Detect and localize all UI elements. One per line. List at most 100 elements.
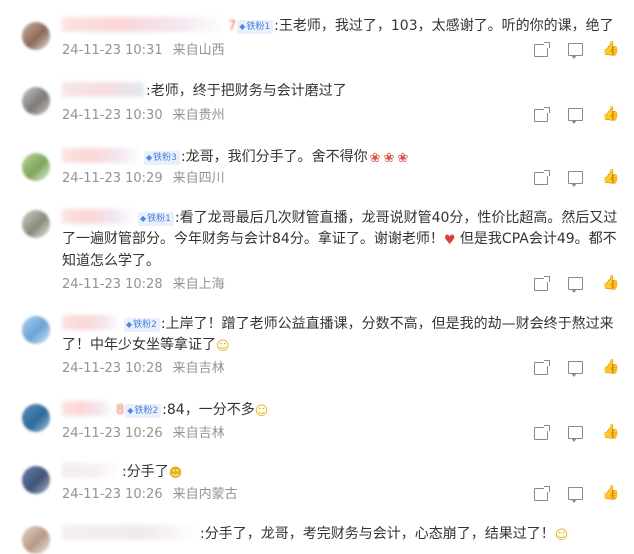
- timestamp: 24-11-23 10:30: [62, 108, 163, 123]
- like-icon[interactable]: 👍: [602, 169, 619, 185]
- username[interactable]: [62, 82, 144, 97]
- comment-text: :老师，终于把财务与会计磨过了: [62, 81, 620, 102]
- username-tail: 8: [116, 403, 125, 418]
- diamond-icon: ◆: [127, 406, 134, 415]
- username[interactable]: [62, 17, 226, 32]
- share-icon[interactable]: [534, 425, 550, 440]
- share-icon[interactable]: [534, 360, 550, 375]
- avatar[interactable]: [22, 153, 50, 181]
- fan-badge[interactable]: ◆铁粉2: [125, 404, 162, 418]
- diamond-icon: ◆: [140, 214, 147, 223]
- comment-meta: 24-11-23 10:26 来自吉林: [62, 426, 225, 442]
- comment-text: ◆铁粉1:看了龙哥最后几次财管直播，龙哥说财管40分，性价比超高。然后又过了一遍…: [62, 208, 620, 272]
- username[interactable]: [62, 209, 136, 224]
- crying-emoji-icon: ❀: [369, 151, 381, 166]
- avatar[interactable]: [22, 316, 50, 344]
- comment-meta: 24-11-23 10:30 来自贵州: [62, 108, 225, 124]
- share-icon[interactable]: [534, 42, 550, 57]
- comment-text: :分手了，龙哥，考完财务与会计，心态崩了，结果过了！☺: [62, 524, 620, 546]
- diamond-icon: ◆: [146, 153, 153, 162]
- crying-emoji-icon: ❀: [397, 151, 409, 166]
- fan-badge[interactable]: ◆铁粉3: [144, 151, 180, 165]
- comment-actions: 👍: [534, 169, 620, 187]
- comment-actions: 👍: [534, 485, 620, 503]
- like-icon[interactable]: 👍: [602, 41, 619, 57]
- location: 来自吉林: [172, 426, 225, 441]
- comment-item: :老师，终于把财务与会计磨过了 24-11-23 10:30 来自贵州 👍: [0, 81, 634, 129]
- fan-badge[interactable]: ◆铁粉1: [237, 20, 274, 34]
- timestamp: 24-11-23 10:26: [62, 487, 163, 502]
- comment-icon[interactable]: [568, 171, 583, 187]
- share-icon[interactable]: [534, 486, 550, 501]
- laughing-emoji-icon: ☺: [216, 339, 230, 354]
- comment-item: ◆铁粉1:看了龙哥最后几次财管直播，龙哥说财管40分，性价比超高。然后又过了一遍…: [0, 208, 634, 294]
- comment-actions: 👍: [534, 359, 620, 377]
- comment-body: :分手了: [122, 464, 169, 480]
- location: 来自贵州: [172, 108, 225, 123]
- comment-meta: 24-11-23 10:28 来自上海: [62, 277, 225, 293]
- diamond-icon: ◆: [126, 320, 133, 329]
- like-icon[interactable]: 👍: [602, 424, 619, 440]
- comment-text: 8 ◆铁粉2:84，一分不多☺: [62, 400, 620, 422]
- location: 来自吉林: [172, 361, 225, 376]
- like-icon[interactable]: 👍: [602, 106, 619, 122]
- laughing-emoji-icon: ☺: [554, 528, 569, 543]
- comment-item: :分手了☻ 24-11-23 10:26 来自内蒙古 👍: [0, 462, 634, 508]
- avatar[interactable]: [22, 404, 50, 432]
- comment-icon[interactable]: [568, 43, 583, 59]
- comment-item: :分手了，龙哥，考完财务与会计，心态崩了，结果过了！☺: [0, 524, 634, 554]
- person-emoji-icon: ☻: [168, 466, 183, 481]
- username[interactable]: [62, 315, 122, 330]
- comment-icon[interactable]: [568, 487, 583, 503]
- comment-meta: 24-11-23 10:31 来自山西: [62, 43, 225, 59]
- timestamp: 24-11-23 10:31: [62, 43, 163, 58]
- avatar[interactable]: [22, 87, 50, 115]
- comment-item: ◆铁粉2:上岸了！蹭了老师公益直播课，分数不高，但是我的劫—财会终于熬过来了！中…: [0, 314, 634, 378]
- comment-body: :84，一分不多: [162, 402, 255, 418]
- timestamp: 24-11-23 10:28: [62, 361, 163, 376]
- comment-icon[interactable]: [568, 426, 583, 442]
- location: 来自内蒙古: [172, 487, 238, 502]
- comment-item: 7 ◆铁粉1:王老师，我过了，103，太感谢了。听的你的课，绝了 24-11-23…: [0, 16, 634, 64]
- timestamp: 24-11-23 10:29: [62, 171, 163, 186]
- comment-meta: 24-11-23 10:29 来自四川: [62, 171, 225, 187]
- comment-icon[interactable]: [568, 277, 583, 293]
- comment-text: 7 ◆铁粉1:王老师，我过了，103，太感谢了。听的你的课，绝了: [62, 16, 620, 37]
- comment-text: ◆铁粉2:上岸了！蹭了老师公益直播课，分数不高，但是我的劫—财会终于熬过来了！中…: [62, 314, 620, 357]
- comment-item: ◆铁粉3:龙哥，我们分手了。舍不得你 ❀ ❀ ❀ 24-11-23 10:29 来自四川…: [0, 147, 634, 195]
- location: 来自四川: [172, 171, 225, 186]
- comment-body: :分手了，龙哥，考完财务与会计，心态崩了，结果过了！: [200, 526, 555, 542]
- fan-badge[interactable]: ◆铁粉1: [138, 212, 174, 226]
- comment-body: :龙哥，我们分手了。舍不得你: [180, 149, 368, 165]
- like-icon[interactable]: 👍: [602, 359, 619, 375]
- comment-text: ◆铁粉3:龙哥，我们分手了。舍不得你 ❀ ❀ ❀: [62, 147, 620, 169]
- username[interactable]: [62, 463, 120, 478]
- comment-meta: 24-11-23 10:26 来自内蒙古: [62, 487, 238, 503]
- like-icon[interactable]: 👍: [602, 485, 619, 501]
- heart-icon: ♥: [443, 233, 456, 248]
- comment-item: 8 ◆铁粉2:84，一分不多☺ 24-11-23 10:26 来自吉林 👍: [0, 400, 634, 446]
- timestamp: 24-11-23 10:28: [62, 277, 163, 292]
- share-icon[interactable]: [534, 276, 550, 291]
- avatar[interactable]: [22, 466, 50, 494]
- share-icon[interactable]: [534, 170, 550, 185]
- like-icon[interactable]: 👍: [602, 275, 619, 291]
- share-icon[interactable]: [534, 107, 550, 122]
- fan-badge[interactable]: ◆铁粉2: [124, 318, 160, 332]
- username-tail: 7: [228, 19, 237, 34]
- username[interactable]: [62, 148, 142, 163]
- comment-text: :分手了☻: [62, 462, 620, 484]
- avatar[interactable]: [22, 22, 50, 50]
- comment-icon[interactable]: [568, 108, 583, 124]
- comment-body: :王老师，我过了，103，太感谢了。听的你的课，绝了: [274, 18, 614, 34]
- username[interactable]: [62, 401, 114, 416]
- comment-actions: 👍: [534, 41, 620, 59]
- avatar[interactable]: [22, 210, 50, 238]
- comment-icon[interactable]: [568, 361, 583, 377]
- comment-meta: 24-11-23 10:28 来自吉林: [62, 361, 225, 377]
- username[interactable]: [62, 525, 198, 540]
- laughing-emoji-icon: ☺: [254, 404, 269, 419]
- crying-emoji-icon: ❀: [383, 151, 395, 166]
- comment-body: :老师，终于把财务与会计磨过了: [146, 83, 347, 99]
- location: 来自上海: [172, 277, 225, 292]
